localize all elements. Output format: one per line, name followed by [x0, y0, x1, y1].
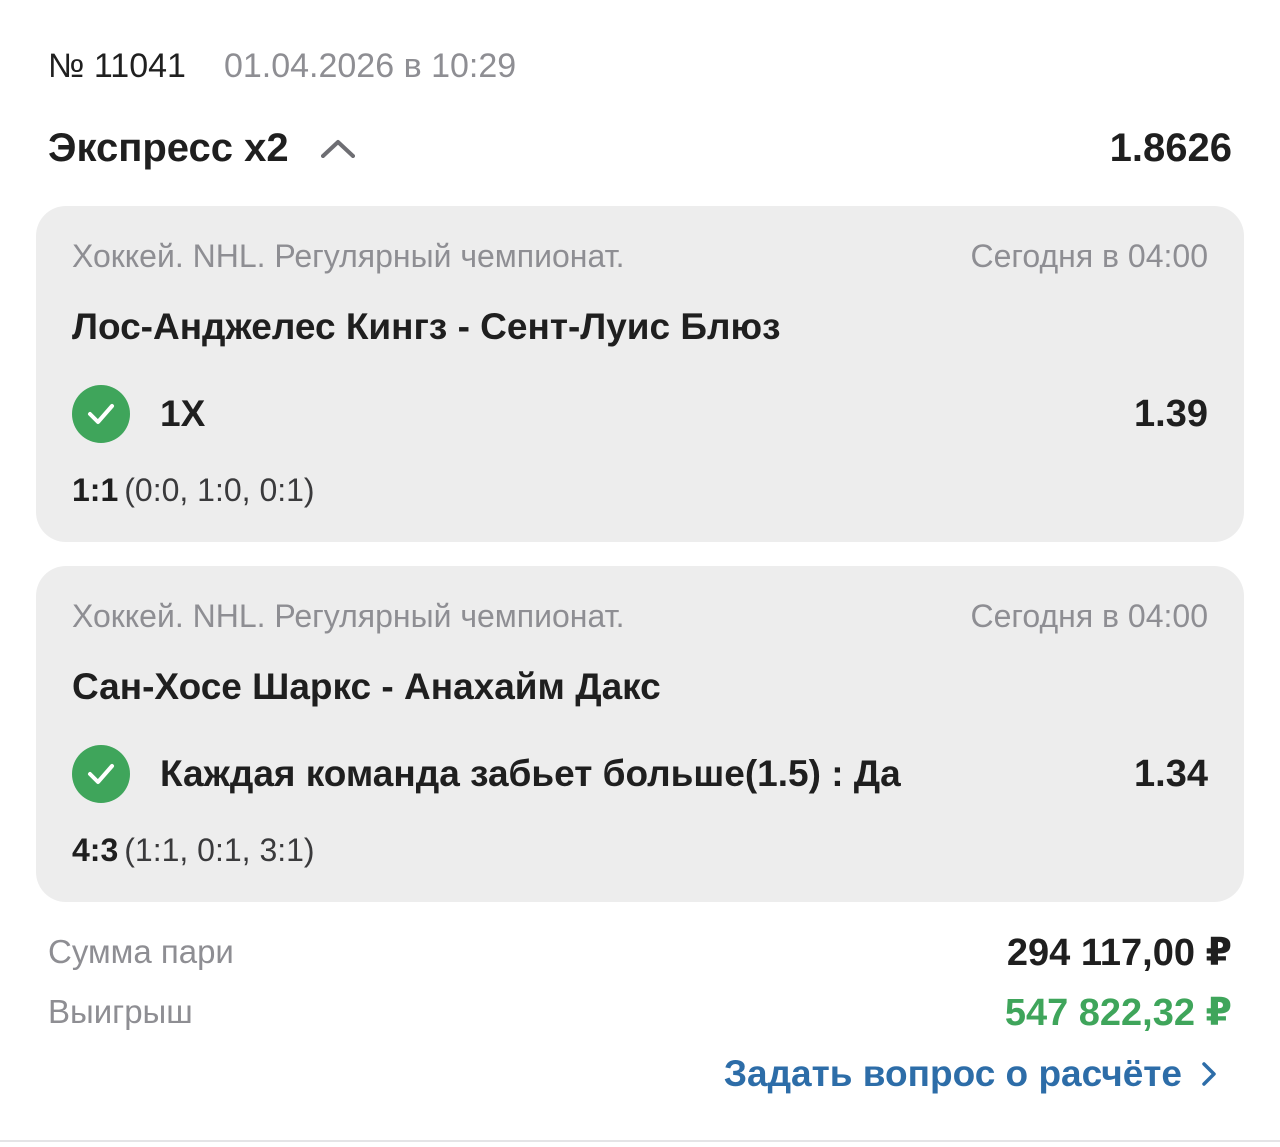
win-label: Выигрыш — [48, 993, 193, 1030]
event-time: Сегодня в 04:00 — [970, 238, 1209, 274]
event-time: Сегодня в 04:00 — [970, 598, 1209, 634]
bet-header: № 11041 01.04.2026 в 10:29 — [48, 42, 516, 90]
event-meta: Хоккей. NHL. Регулярный чемпионат. Сегод… — [72, 598, 1208, 635]
event-teams: Лос-Анджелес Кингз - Сент-Луис Блюз — [72, 306, 781, 347]
win-row: Выигрыш 547 822,32 ₽ — [48, 986, 1232, 1038]
bet-number: № 11041 — [48, 46, 186, 85]
event-odds: 1.39 — [1134, 392, 1208, 435]
event-outcome-row: Каждая команда забьет больше(1.5) : Да 1… — [72, 744, 1208, 804]
win-value: 547 822,32 ₽ — [1004, 991, 1232, 1034]
event-outcome: 1X — [160, 393, 206, 434]
ask-settlement-label: Задать вопрос о расчёте — [723, 1053, 1182, 1094]
express-header[interactable]: Экспресс x2 1.8626 — [48, 118, 1232, 178]
chevron-up-icon[interactable] — [320, 131, 355, 165]
ask-settlement-link[interactable]: Задать вопрос о расчёте — [724, 1048, 1220, 1100]
chevron-right-icon — [1198, 1059, 1220, 1089]
check-circle-icon — [72, 385, 130, 443]
event-period-scores: (1:1, 0:1, 3:1) — [124, 832, 315, 868]
bet-datetime: 01.04.2026 в 10:29 — [223, 46, 517, 85]
event-card: Хоккей. NHL. Регулярный чемпионат. Сегод… — [36, 566, 1244, 902]
stake-value: 294 117,00 ₽ — [1006, 931, 1232, 974]
event-league: Хоккей. NHL. Регулярный чемпионат. — [72, 238, 625, 274]
event-card: Хоккей. NHL. Регулярный чемпионат. Сегод… — [36, 206, 1244, 542]
bottom-divider — [0, 1140, 1280, 1142]
stake-row: Сумма пари 294 117,00 ₽ — [48, 926, 1232, 978]
event-score: 4:3 (1:1, 0:1, 3:1) — [72, 832, 315, 869]
stake-label: Сумма пари — [48, 933, 234, 970]
express-total-odds: 1.8626 — [1109, 125, 1232, 170]
event-outcome: Каждая команда забьет больше(1.5) : Да — [160, 753, 901, 794]
express-title: Экспресс x2 — [48, 125, 289, 170]
event-outcome-row: 1X 1.39 — [72, 384, 1208, 444]
event-final-score: 1:1 — [72, 472, 119, 508]
event-meta: Хоккей. NHL. Регулярный чемпионат. Сегод… — [72, 238, 1208, 275]
event-odds: 1.34 — [1134, 752, 1208, 795]
event-league: Хоккей. NHL. Регулярный чемпионат. — [72, 598, 625, 634]
event-period-scores: (0:0, 1:0, 0:1) — [124, 472, 315, 508]
event-score: 1:1 (0:0, 1:0, 0:1) — [72, 472, 315, 509]
express-title-group[interactable]: Экспресс x2 — [48, 126, 355, 171]
event-teams: Сан-Хосе Шаркс - Анахайм Дакс — [72, 666, 661, 707]
event-final-score: 4:3 — [72, 832, 119, 868]
check-circle-icon — [72, 745, 130, 803]
